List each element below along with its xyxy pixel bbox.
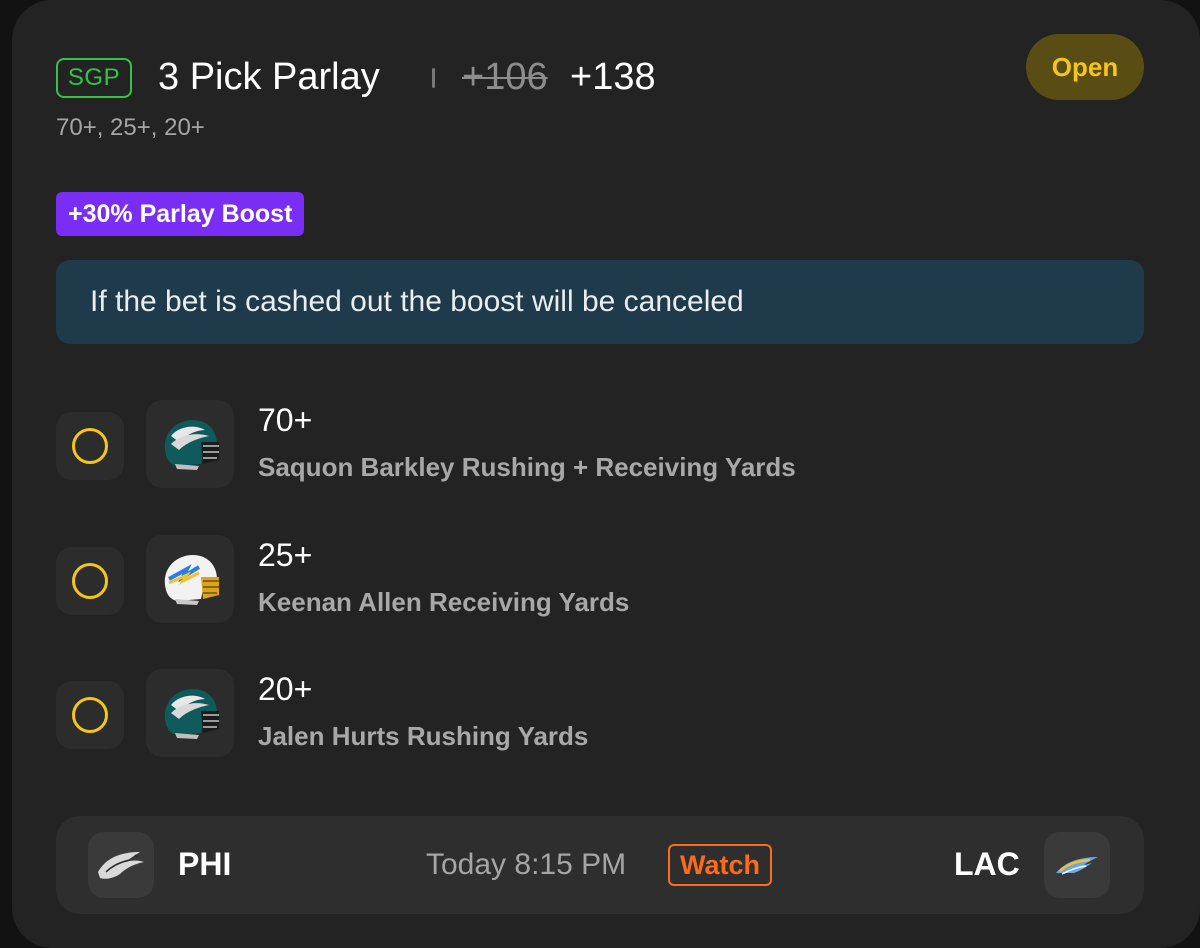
game-info-bar[interactable]: PHI Today 8:15 PM Watch LAC [56, 816, 1144, 914]
leg-line: 25+ [258, 537, 313, 573]
status-badge: Open [1026, 34, 1144, 100]
chargers-helmet-icon [146, 535, 234, 623]
chargers-logo-icon [1044, 832, 1110, 898]
leg-status-radio[interactable] [56, 547, 124, 615]
leg-item[interactable]: 70+ Saquon Barkley Rushing + Receiving Y… [56, 400, 1144, 490]
pending-ring-icon [72, 697, 108, 733]
eagles-helmet-icon [146, 400, 234, 488]
original-odds: +106 [462, 56, 548, 98]
sgp-badge: SGP [56, 58, 132, 98]
leg-line: 70+ [258, 402, 313, 438]
leg-line: 20+ [258, 671, 313, 707]
parlay-boost-badge: +30% Parlay Boost [56, 192, 305, 236]
home-team-abbr: PHI [178, 846, 232, 882]
parlay-title: 3 Pick Parlay [158, 56, 380, 98]
pending-ring-icon [72, 563, 108, 599]
leg-item[interactable]: 25+ Keenan Allen Receiving Yards [56, 535, 1144, 625]
eagles-helmet-icon [146, 669, 234, 757]
watch-button[interactable]: Watch [668, 844, 772, 886]
away-team-abbr: LAC [954, 846, 1020, 882]
title-divider [432, 68, 435, 88]
leg-market: Jalen Hurts Rushing Yards [258, 721, 589, 751]
leg-market: Saquon Barkley Rushing + Receiving Yards [258, 452, 796, 482]
leg-status-radio[interactable] [56, 412, 124, 480]
leg-item[interactable]: 20+ Jalen Hurts Rushing Yards [56, 669, 1144, 759]
leg-status-radio[interactable] [56, 681, 124, 749]
boosted-odds: +138 [570, 56, 656, 98]
parlay-lines-summary: 70+, 25+, 20+ [56, 114, 205, 141]
cashout-notice: If the bet is cashed out the boost will … [56, 260, 1144, 344]
pending-ring-icon [72, 428, 108, 464]
parlay-card[interactable]: SGP 3 Pick Parlay +106 +138 70+, 25+, 20… [12, 0, 1200, 948]
game-time: Today 8:15 PM [426, 848, 627, 881]
cashout-notice-text: If the bet is cashed out the boost will … [90, 285, 744, 318]
leg-market: Keenan Allen Receiving Yards [258, 587, 630, 617]
eagles-logo-icon [88, 832, 154, 898]
